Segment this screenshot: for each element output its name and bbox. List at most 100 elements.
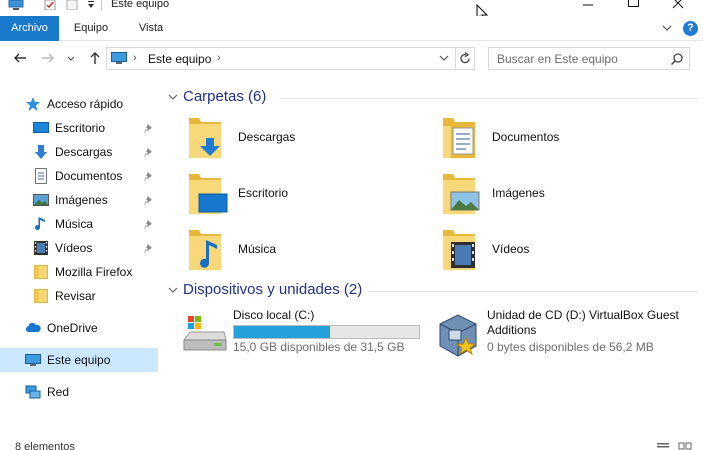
drive-tile-c[interactable]: Disco local (C:) 15,0 GB disponibles de …	[180, 308, 425, 364]
chevron-down-icon[interactable]	[168, 93, 178, 101]
pictures-icon	[33, 194, 49, 206]
folder-label: Imágenes	[492, 186, 545, 200]
nav-label: Descargas	[55, 145, 113, 159]
section-title: Carpetas (6)	[183, 88, 267, 105]
drive-usage-bar	[233, 325, 420, 339]
pin-icon[interactable]	[143, 146, 155, 158]
ribbon: Archivo Equipo Vista ?	[0, 16, 703, 41]
hard-drive-icon	[183, 316, 227, 351]
folder-label: Vídeos	[492, 242, 530, 256]
chevron-down-icon[interactable]	[168, 286, 178, 294]
folder-icon	[34, 289, 48, 303]
nav-label: Vídeos	[55, 241, 93, 255]
drive-usage-fill	[234, 326, 331, 338]
pin-icon[interactable]	[143, 218, 155, 230]
folder-tile-musica[interactable]: Música	[185, 226, 425, 278]
section-title: Dispositivos y unidades (2)	[183, 281, 363, 298]
nav-item-videos[interactable]: Vídeos	[0, 236, 158, 260]
devices-section-header[interactable]: Dispositivos y unidades (2)	[168, 281, 698, 301]
title-bar: Este equipo	[0, 0, 703, 23]
details-view-icon[interactable]	[656, 442, 670, 450]
folder-icon	[34, 265, 48, 279]
nav-label: Escritorio	[55, 121, 106, 135]
nav-item-onedrive[interactable]: OneDrive	[0, 316, 158, 340]
help-icon[interactable]: ?	[683, 21, 698, 36]
drive-name-line2: Additions	[487, 323, 537, 337]
nav-item-mozilla-firefox[interactable]: Mozilla Firefox	[0, 260, 158, 284]
folder-tile-imagenes[interactable]: Imágenes	[439, 170, 679, 222]
pin-icon[interactable]	[143, 242, 155, 254]
chevron-right-icon[interactable]: ›	[133, 52, 137, 64]
nav-item-escritorio[interactable]: Escritorio	[0, 116, 158, 140]
drive-name: Disco local (C:)	[233, 308, 315, 322]
nav-item-musica[interactable]: Música	[0, 212, 158, 236]
nav-item-imagenes[interactable]: Imágenes	[0, 188, 158, 212]
navigation-pane: Acceso rápido Escritorio Descargas Docum…	[0, 82, 158, 442]
pin-icon[interactable]	[143, 170, 155, 182]
refresh-button[interactable]	[456, 47, 475, 70]
nav-item-revisar[interactable]: Revisar	[0, 284, 158, 308]
chevron-right-icon[interactable]: ›	[217, 52, 221, 64]
up-arrow-icon[interactable]	[87, 50, 103, 66]
star-icon	[26, 97, 40, 111]
documents-folder-icon	[443, 118, 475, 158]
address-row: › Este equipo › Buscar en Este equipo	[0, 41, 703, 75]
large-icons-view-icon[interactable]	[678, 442, 692, 450]
computer-icon	[25, 354, 41, 366]
computer-icon[interactable]	[8, 0, 24, 10]
nav-label: Documentos	[55, 169, 123, 183]
properties-icon[interactable]	[44, 0, 56, 10]
breadcrumb[interactable]: Este equipo	[148, 52, 211, 66]
computer-icon	[111, 52, 127, 64]
folder-tile-documentos[interactable]: Documentos	[439, 114, 679, 166]
nav-label: Este equipo	[47, 353, 111, 367]
customize-toolbar-icon[interactable]	[86, 0, 96, 10]
folder-label: Documentos	[492, 130, 560, 144]
folder-label: Descargas	[238, 130, 296, 144]
status-item-count: 8 elementos	[15, 441, 75, 450]
nav-label: Música	[55, 217, 94, 231]
address-bar[interactable]: › Este equipo ›	[106, 47, 456, 70]
nav-item-red[interactable]: Red	[0, 380, 158, 404]
pin-icon[interactable]	[143, 194, 155, 206]
forward-arrow-icon[interactable]	[40, 50, 56, 66]
folder-tile-escritorio[interactable]: Escritorio	[185, 170, 425, 222]
search-input[interactable]: Buscar en Este equipo	[497, 52, 618, 66]
window-title: Este equipo	[111, 0, 170, 10]
search-box[interactable]: Buscar en Este equipo	[488, 47, 690, 70]
nav-item-descargas[interactable]: Descargas	[0, 140, 158, 164]
nav-item-documentos[interactable]: Documentos	[0, 164, 158, 188]
status-bar: 8 elementos	[0, 441, 703, 450]
chevron-down-icon[interactable]	[438, 52, 450, 64]
nav-label: Imágenes	[55, 193, 108, 207]
folder-tile-videos[interactable]: Vídeos	[439, 226, 679, 278]
back-arrow-icon[interactable]	[12, 50, 28, 66]
search-icon[interactable]	[670, 52, 684, 66]
section-divider	[280, 98, 698, 99]
maximize-button[interactable]	[611, 0, 657, 12]
drive-tile-d[interactable]: Unidad de CD (D:) VirtualBox Guest Addit…	[434, 308, 696, 364]
new-folder-icon[interactable]	[66, 0, 78, 10]
nav-item-este-equipo[interactable]: Este equipo	[0, 348, 158, 372]
nav-label: Mozilla Firefox	[55, 265, 133, 279]
desktop-folder-icon	[189, 174, 228, 214]
tab-archivo[interactable]: Archivo	[0, 16, 59, 41]
refresh-icon	[460, 52, 470, 64]
minimize-button[interactable]	[565, 0, 611, 12]
drive-free-space: 0 bytes disponibles de 56,2 MB	[487, 340, 654, 354]
toolbar-divider	[101, 0, 102, 10]
nav-item-quick-access[interactable]: Acceso rápido	[0, 92, 158, 116]
tab-equipo[interactable]: Equipo	[65, 16, 117, 41]
pin-icon[interactable]	[143, 122, 155, 134]
expand-ribbon-icon[interactable]	[660, 22, 674, 34]
folder-tile-descargas[interactable]: Descargas	[185, 114, 425, 166]
nav-label: Red	[47, 385, 70, 399]
recent-locations-icon[interactable]	[66, 50, 76, 66]
close-button[interactable]	[657, 0, 703, 12]
tab-vista[interactable]: Vista	[130, 16, 172, 41]
folders-section-header[interactable]: Carpetas (6)	[168, 88, 698, 108]
music-icon	[35, 217, 45, 231]
videos-folder-icon	[443, 230, 475, 270]
nav-label: Revisar	[55, 289, 96, 303]
video-icon	[34, 241, 48, 255]
